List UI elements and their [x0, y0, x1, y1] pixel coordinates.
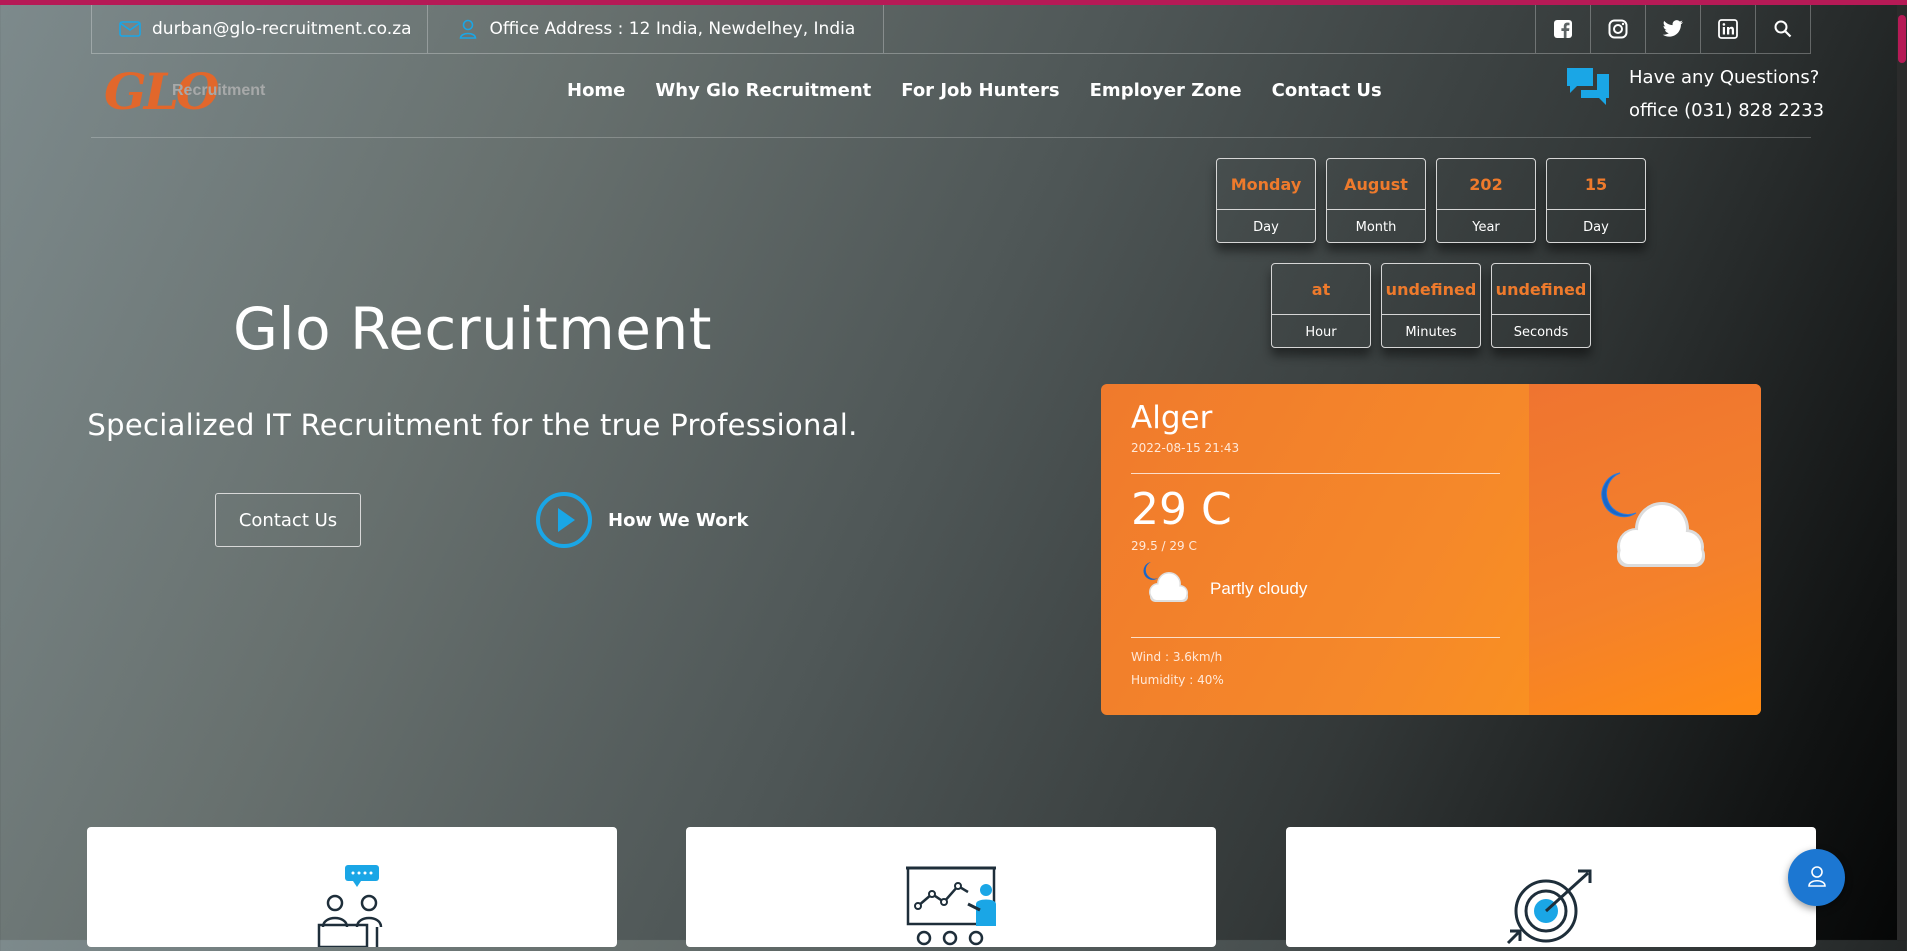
user-icon [1807, 865, 1827, 891]
top-info-bar: durban@glo-recruitment.co.za Office Addr… [91, 5, 1811, 54]
clock-value: at [1272, 264, 1370, 315]
facebook-icon[interactable] [1535, 5, 1590, 53]
clock-label: Day [1253, 219, 1279, 235]
weather-humidity: Humidity : 40% [1131, 673, 1224, 687]
service-card-2[interactable] [686, 827, 1216, 947]
hero-title: Glo Recruitment [233, 295, 712, 363]
weather-divider [1131, 473, 1500, 474]
clock-box-minutes: undefined Minutes [1381, 263, 1481, 348]
clock-label: Seconds [1513, 324, 1569, 340]
weather-icon-panel [1529, 384, 1761, 715]
nav-item-contact-us[interactable]: Contact Us [1272, 80, 1382, 101]
how-we-work-button[interactable]: How We Work [535, 491, 748, 549]
partly-cloudy-night-icon [1584, 469, 1714, 583]
play-icon [535, 491, 593, 549]
header-divider [91, 137, 1811, 138]
logo-text: Recruitment [172, 82, 266, 99]
how-we-work-label: How We Work [608, 509, 749, 531]
site-logo[interactable]: GLO Recruitment [104, 62, 284, 122]
clock-value: 202 [1437, 159, 1535, 210]
page-scrollbar[interactable] [1897, 5, 1907, 940]
linkedin-icon[interactable] [1700, 5, 1755, 53]
twitter-icon[interactable] [1645, 5, 1700, 53]
weather-condition: Partly cloudy [1210, 579, 1308, 598]
address-text: Office Address : 12 India, Newdelhey, In… [489, 19, 856, 39]
clock-box-hour: at Hour [1271, 263, 1371, 348]
clock-box-month: August Month [1326, 158, 1426, 243]
user-icon [456, 19, 480, 39]
clock-value: undefined [1382, 264, 1480, 315]
contact-us-button[interactable]: Contact Us [215, 493, 361, 547]
weather-widget: Alger 2022-08-15 21:43 29 C 29.5 / 29 C … [1101, 384, 1761, 715]
hero-subtitle: Specialized IT Recruitment for the true … [87, 408, 858, 442]
clock-value: 15 [1547, 159, 1645, 210]
weather-city: Alger [1131, 400, 1213, 436]
floating-contact-button[interactable] [1788, 849, 1845, 906]
contact-phone[interactable]: office (031) 828 2233 [1629, 94, 1824, 127]
email-link[interactable]: durban@glo-recruitment.co.za [92, 5, 428, 53]
clock-value: August [1327, 159, 1425, 210]
nav-item-job-hunters[interactable]: For Job Hunters [901, 80, 1059, 101]
clock-box-day: 15 Day [1546, 158, 1646, 243]
chat-icon [1565, 64, 1611, 127]
instagram-icon[interactable] [1590, 5, 1645, 53]
clock-value: undefined [1492, 264, 1590, 315]
clock-value: Monday [1217, 159, 1315, 210]
weather-datetime: 2022-08-15 21:43 [1131, 441, 1240, 455]
target-strategy-icon [1506, 867, 1600, 951]
service-card-3[interactable] [1286, 827, 1816, 947]
clock-box-weekday: Monday Day [1216, 158, 1316, 243]
clock-box-year: 202 Year [1436, 158, 1536, 243]
clock-label: Day [1583, 219, 1609, 235]
social-links [1535, 5, 1810, 53]
weather-temp-range: 29.5 / 29 C [1131, 539, 1197, 553]
contact-question: Have any Questions? [1629, 67, 1820, 88]
clock-label: Year [1472, 219, 1500, 235]
scrollbar-thumb[interactable] [1898, 15, 1906, 63]
weather-wind: Wind : 3.6km/h [1131, 650, 1223, 664]
search-icon[interactable] [1755, 5, 1810, 53]
email-text: durban@glo-recruitment.co.za [152, 19, 412, 39]
clock-box-seconds: undefined Seconds [1491, 263, 1591, 348]
nav-item-employer-zone[interactable]: Employer Zone [1090, 80, 1242, 101]
contact-question-block: Have any Questions? office (031) 828 223… [1565, 64, 1824, 127]
nav-item-home[interactable]: Home [567, 80, 625, 101]
service-card-1[interactable] [87, 827, 617, 949]
mail-icon [118, 19, 142, 39]
office-address: Office Address : 12 India, Newdelhey, In… [428, 5, 885, 53]
interview-icon [315, 865, 391, 951]
partly-cloudy-small-icon [1138, 560, 1194, 610]
clock-label: Month [1355, 219, 1397, 235]
main-nav: Home Why Glo Recruitment For Job Hunters… [567, 80, 1382, 101]
weather-divider [1131, 637, 1500, 638]
nav-item-why-glo[interactable]: Why Glo Recruitment [655, 80, 871, 101]
clock-label: Minutes [1405, 324, 1457, 340]
weather-temperature: 29 C [1131, 484, 1232, 535]
clock-label: Hour [1305, 324, 1337, 340]
presentation-icon [906, 866, 998, 950]
